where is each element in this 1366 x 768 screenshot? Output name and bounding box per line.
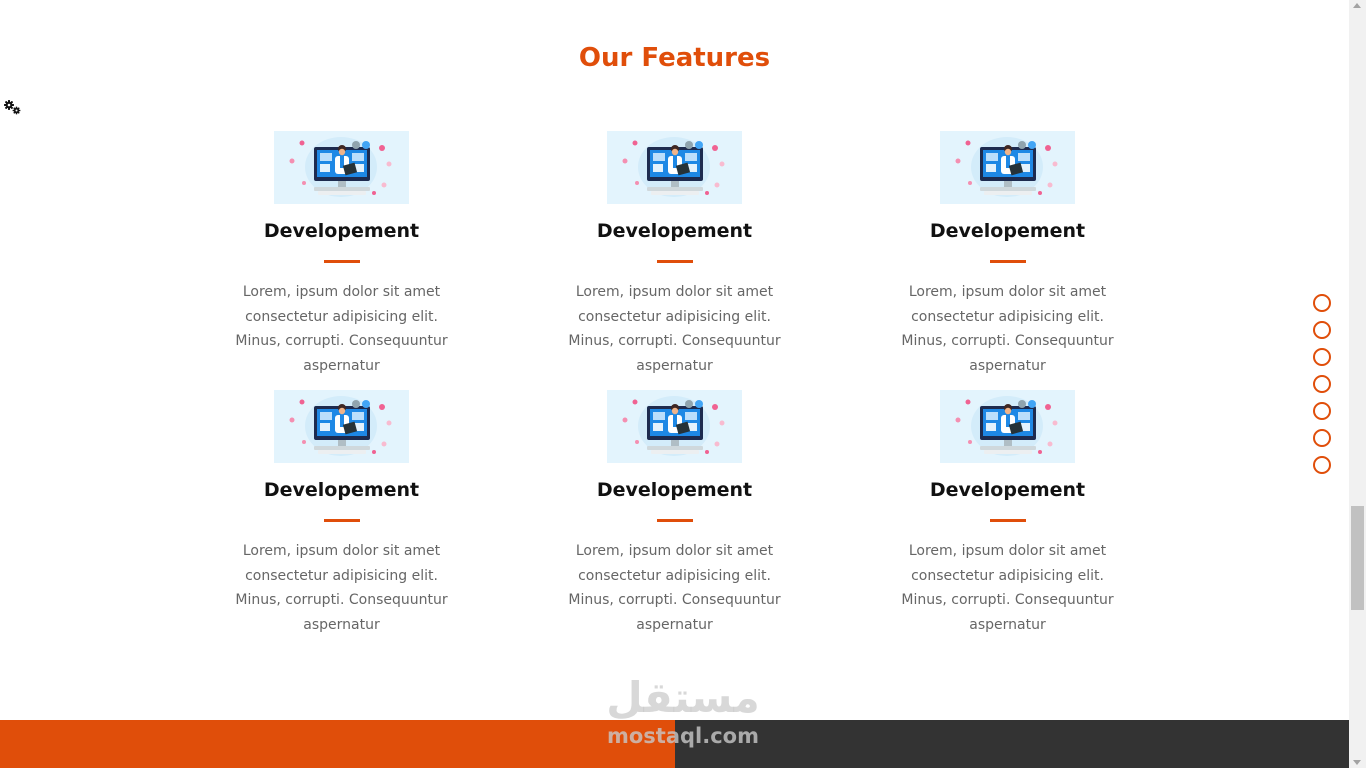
feature-description: Lorem, ipsum dolor sit amet consectetur …: [235, 543, 448, 633]
feature-title: Developement: [263, 479, 420, 501]
developer-illustration: [940, 131, 1075, 204]
section-title: Our Features: [578, 43, 771, 73]
feature-card: Developement Lorem, ipsum dolor sit amet…: [508, 390, 841, 633]
feature-card: Developement Lorem, ipsum dolor sit amet…: [175, 131, 508, 374]
developer-illustration: [274, 390, 409, 463]
developer-illustration: [607, 390, 742, 463]
footer-accent-block: [0, 720, 675, 768]
nav-dot-7[interactable]: [1313, 456, 1331, 474]
feature-card: Developement Lorem, ipsum dolor sit amet…: [175, 390, 508, 633]
nav-dot-4[interactable]: [1313, 375, 1331, 393]
nav-dot-3[interactable]: [1313, 348, 1331, 366]
nav-dot-2[interactable]: [1313, 321, 1331, 339]
developer-illustration: [940, 390, 1075, 463]
developer-illustration: [274, 131, 409, 204]
nav-dot-6[interactable]: [1313, 429, 1331, 447]
feature-card: Developement Lorem, ipsum dolor sit amet…: [841, 390, 1174, 633]
title-underline: [990, 260, 1026, 263]
title-underline: [324, 519, 360, 522]
feature-title: Developement: [929, 220, 1086, 242]
feature-card: Developement Lorem, ipsum dolor sit amet…: [841, 131, 1174, 374]
feature-title: Developement: [263, 220, 420, 242]
nav-dot-5[interactable]: [1313, 402, 1331, 420]
developer-illustration: [607, 131, 742, 204]
feature-title: Developement: [596, 220, 753, 242]
title-underline: [657, 260, 693, 263]
gears-icon[interactable]: [3, 99, 23, 117]
feature-description: Lorem, ipsum dolor sit amet consectetur …: [901, 543, 1114, 633]
scroll-up-arrow[interactable]: [1353, 3, 1361, 8]
section-nav-dots: [1313, 294, 1333, 479]
scroll-down-arrow[interactable]: [1353, 760, 1361, 765]
nav-dot-1[interactable]: [1313, 294, 1331, 312]
watermark-arabic: مستقل: [606, 673, 760, 722]
feature-title: Developement: [929, 479, 1086, 501]
page: Our Features Developement Lorem, ipsum d…: [0, 0, 1349, 768]
scrollbar-thumb[interactable]: [1351, 506, 1364, 610]
vertical-scrollbar[interactable]: [1349, 0, 1366, 768]
feature-description: Lorem, ipsum dolor sit amet consectetur …: [235, 284, 448, 374]
title-underline: [990, 519, 1026, 522]
title-underline: [657, 519, 693, 522]
feature-description: Lorem, ipsum dolor sit amet consectetur …: [568, 284, 781, 374]
feature-card: Developement Lorem, ipsum dolor sit amet…: [508, 131, 841, 374]
footer-dark-block: [675, 720, 1349, 768]
features-grid: Developement Lorem, ipsum dolor sit amet…: [175, 131, 1175, 633]
feature-description: Lorem, ipsum dolor sit amet consectetur …: [568, 543, 781, 633]
title-underline: [324, 260, 360, 263]
feature-description: Lorem, ipsum dolor sit amet consectetur …: [901, 284, 1114, 374]
feature-title: Developement: [596, 479, 753, 501]
